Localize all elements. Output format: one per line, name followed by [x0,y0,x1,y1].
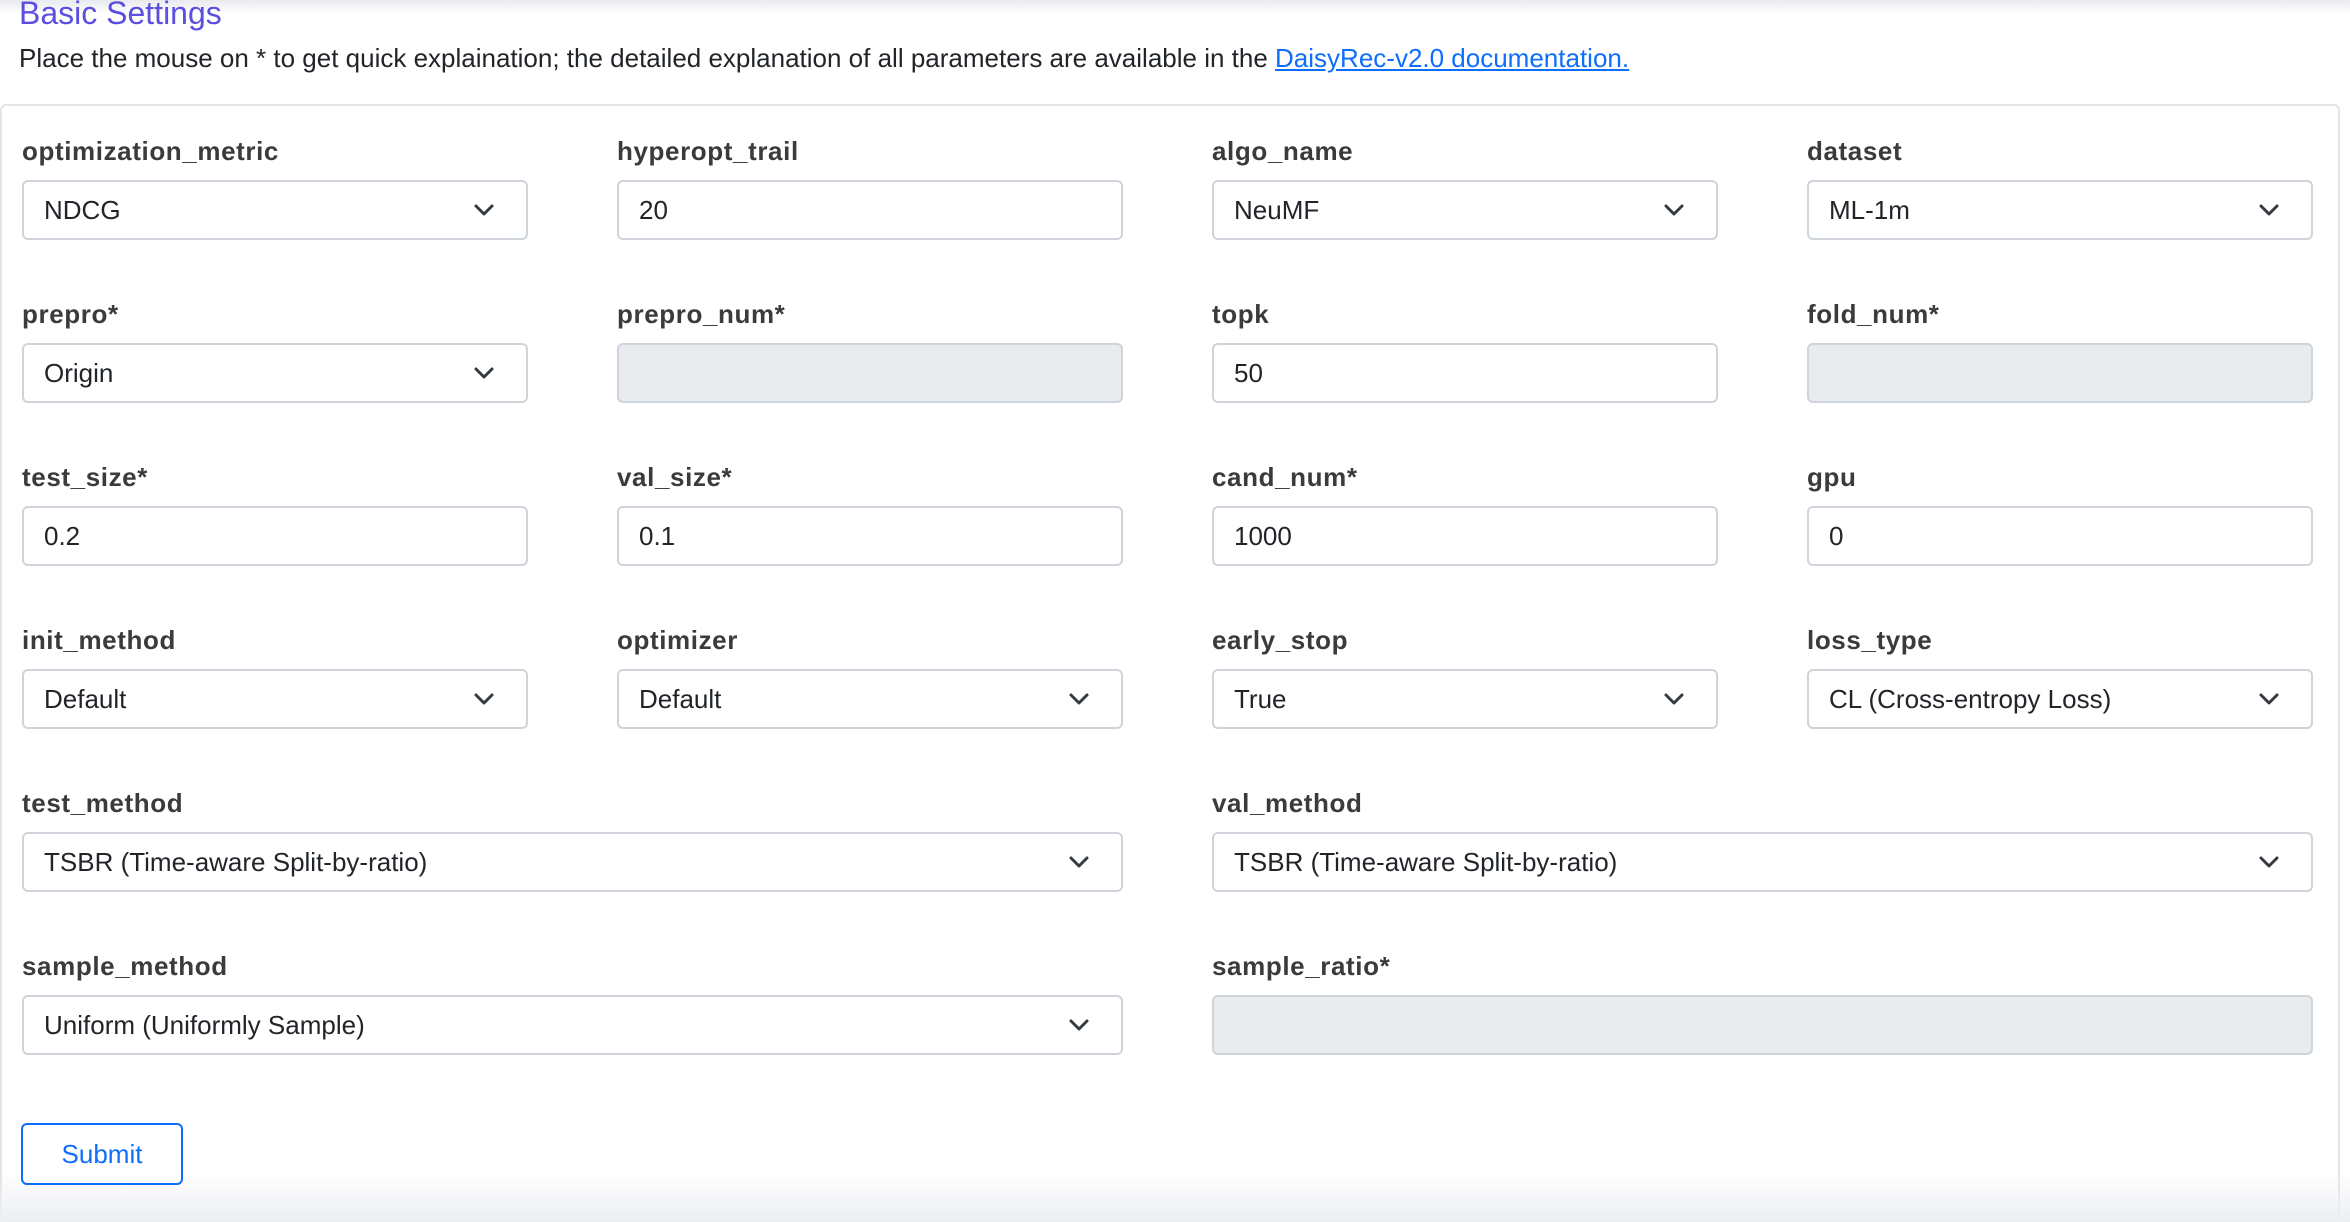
bottom-shadow [0,1172,2350,1222]
hyperopt-trail-field: hyperopt_trail 20 [617,134,1123,242]
val-method-label: val_method [1212,788,1363,818]
test-method-select[interactable]: TSBR (Time-aware Split-by-ratio) [22,832,1123,892]
early-stop-field: early_stop True [1212,623,1718,731]
gpu-label: gpu [1807,462,1857,492]
fold-num-input [1807,343,2313,403]
early-stop-select[interactable]: True [1212,669,1718,729]
test-size-input[interactable]: 0.2 [22,506,528,566]
sample-ratio-input [1212,995,2313,1055]
early-stop-label: early_stop [1212,625,1349,655]
early-stop-value: True [1234,683,1287,714]
optimizer-field: optimizer Default [617,623,1123,731]
intro-text: Place the mouse on * to get quick explai… [19,40,1629,76]
chevron-down-icon [2259,204,2279,216]
gpu-field: gpu 0 [1807,460,2313,568]
test-size-label: test_size* [22,462,148,492]
init-method-value: Default [44,683,127,714]
chevron-down-icon [1664,693,1684,705]
cand-num-field: cand_num* 1000 [1212,460,1718,568]
sample-method-select[interactable]: Uniform (Uniformly Sample) [22,995,1123,1055]
sample-method-label: sample_method [22,951,228,981]
chevron-down-icon [2259,693,2279,705]
prepro-num-field: prepro_num* [617,297,1123,405]
page-title: Basic Settings [19,0,222,31]
val-size-label: val_size* [617,462,733,492]
optimizer-select[interactable]: Default [617,669,1123,729]
topk-label: topk [1212,299,1270,329]
init-method-label: init_method [22,625,176,655]
sample-method-value: Uniform (Uniformly Sample) [44,1009,365,1040]
algo-name-select[interactable]: NeuMF [1212,180,1718,240]
chevron-down-icon [474,367,494,379]
val-size-field: val_size* 0.1 [617,460,1123,568]
val-size-value: 0.1 [639,520,676,551]
val-method-select[interactable]: TSBR (Time-aware Split-by-ratio) [1212,832,2313,892]
init-method-select[interactable]: Default [22,669,528,729]
hyperopt-trail-input[interactable]: 20 [617,180,1123,240]
dataset-value: ML-1m [1829,194,1910,225]
algo-name-field: algo_name NeuMF [1212,134,1718,242]
topk-field: topk 50 [1212,297,1718,405]
test-size-value: 0.2 [44,520,81,551]
test-method-label: test_method [22,788,184,818]
chevron-down-icon [2259,856,2279,868]
basic-settings-page: Basic Settings Place the mouse on * to g… [0,0,2350,1222]
chevron-down-icon [474,693,494,705]
test-size-field: test_size* 0.2 [22,460,528,568]
dataset-field: dataset ML-1m [1807,134,2313,242]
optimizer-label: optimizer [617,625,738,655]
gpu-input[interactable]: 0 [1807,506,2313,566]
loss-type-label: loss_type [1807,625,1933,655]
loss-type-field: loss_type CL (Cross-entropy Loss) [1807,623,2313,731]
prepro-value: Origin [44,357,114,388]
optimization-metric-field: optimization_metric NDCG [22,134,528,242]
loss-type-value: CL (Cross-entropy Loss) [1829,683,2112,714]
documentation-link[interactable]: DaisyRec-v2.0 documentation. [1275,43,1629,73]
val-size-input[interactable]: 0.1 [617,506,1123,566]
sample-ratio-field: sample_ratio* [1212,949,2313,1057]
prepro-num-label: prepro_num* [617,299,786,329]
optimization-metric-select[interactable]: NDCG [22,180,528,240]
optimization-metric-label: optimization_metric [22,136,279,166]
dataset-select[interactable]: ML-1m [1807,180,2313,240]
prepro-label: prepro* [22,299,119,329]
prepro-field: prepro* Origin [22,297,528,405]
chevron-down-icon [1069,856,1089,868]
prepro-select[interactable]: Origin [22,343,528,403]
chevron-down-icon [474,204,494,216]
gpu-value: 0 [1829,520,1844,551]
fold-num-field: fold_num* [1807,297,2313,405]
cand-num-label: cand_num* [1212,462,1358,492]
prepro-num-input [617,343,1123,403]
intro-text-body: Place the mouse on * to get quick explai… [19,43,1276,73]
optimizer-value: Default [639,683,722,714]
sample-ratio-label: sample_ratio* [1212,951,1391,981]
loss-type-select[interactable]: CL (Cross-entropy Loss) [1807,669,2313,729]
fold-num-label: fold_num* [1807,299,1940,329]
hyperopt-trail-value: 20 [639,194,668,225]
topk-input[interactable]: 50 [1212,343,1718,403]
chevron-down-icon [1069,1019,1089,1031]
chevron-down-icon [1664,204,1684,216]
top-shadow [0,0,2350,14]
dataset-label: dataset [1807,136,1903,166]
sample-method-field: sample_method Uniform (Uniformly Sample) [22,949,1123,1057]
chevron-down-icon [1069,693,1089,705]
init-method-field: init_method Default [22,623,528,731]
test-method-field: test_method TSBR (Time-aware Split-by-ra… [22,786,1123,894]
test-method-value: TSBR (Time-aware Split-by-ratio) [44,846,428,877]
algo-name-value: NeuMF [1234,194,1320,225]
topk-value: 50 [1234,357,1263,388]
cand-num-input[interactable]: 1000 [1212,506,1718,566]
submit-button[interactable]: Submit [21,1123,183,1185]
algo-name-label: algo_name [1212,136,1354,166]
optimization-metric-value: NDCG [44,194,121,225]
val-method-value: TSBR (Time-aware Split-by-ratio) [1234,846,1618,877]
val-method-field: val_method TSBR (Time-aware Split-by-rat… [1212,786,2313,894]
hyperopt-trail-label: hyperopt_trail [617,136,799,166]
cand-num-value: 1000 [1234,520,1292,551]
